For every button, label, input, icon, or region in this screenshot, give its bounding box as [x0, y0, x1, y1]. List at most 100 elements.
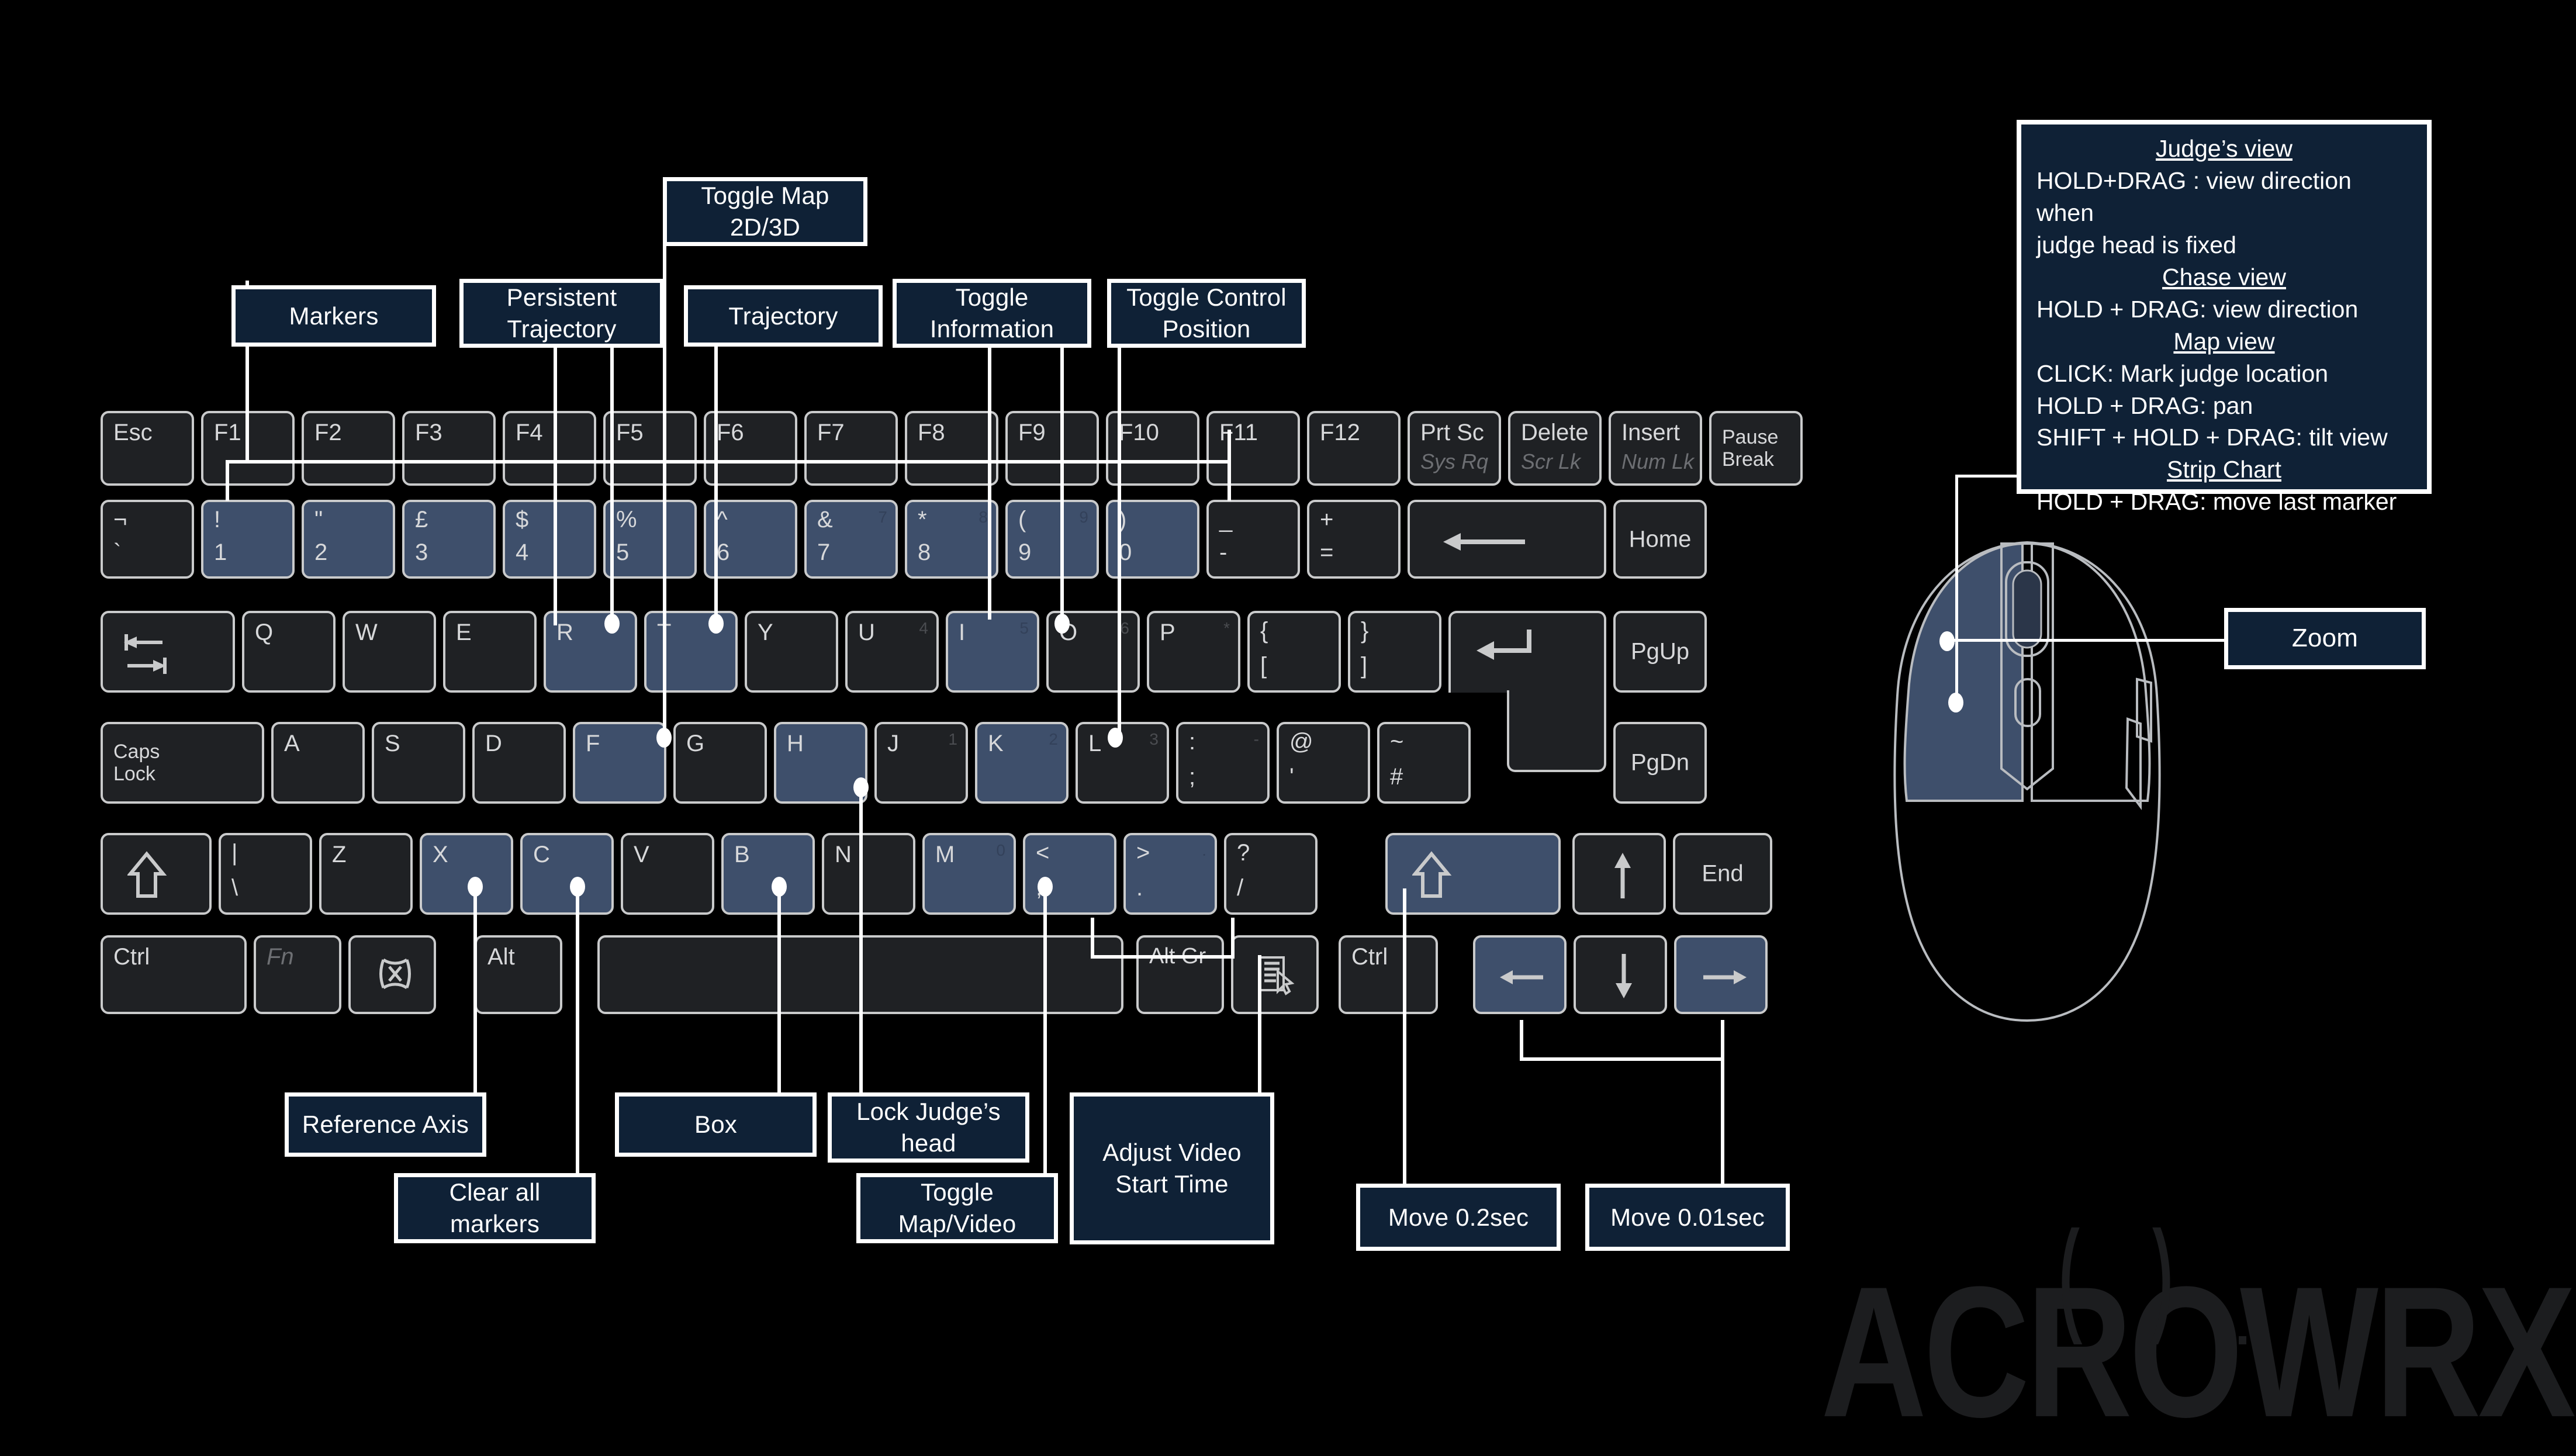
- key-bracket-right[interactable]: } ]: [1348, 611, 1441, 693]
- key-4[interactable]: $ 4: [503, 500, 596, 579]
- callout-trajectory[interactable]: Trajectory: [684, 285, 883, 347]
- key-f4[interactable]: F4: [503, 411, 596, 486]
- mouse-right-button[interactable]: [2031, 542, 2151, 802]
- key-f3[interactable]: F3: [402, 411, 496, 486]
- key-menu[interactable]: [1231, 935, 1319, 1014]
- key-y[interactable]: Y: [745, 611, 838, 693]
- key-minus[interactable]: _ -: [1206, 500, 1300, 579]
- key-page-up[interactable]: PgUp: [1613, 611, 1707, 693]
- callout-toggle-information[interactable]: Toggle Information: [893, 279, 1091, 348]
- key-home[interactable]: Home: [1613, 500, 1707, 579]
- key-6[interactable]: ^ 6: [704, 500, 797, 579]
- key-h[interactable]: H: [774, 722, 867, 804]
- key-arrow-up-numpad[interactable]: [1572, 833, 1666, 915]
- key-enter-top[interactable]: [1448, 611, 1606, 693]
- callout-persistent-trajectory[interactable]: Persistent Trajectory: [459, 279, 664, 348]
- key-8[interactable]: * 8 8: [905, 500, 998, 579]
- key-7[interactable]: & 7 7: [804, 500, 898, 579]
- key-bracket-left[interactable]: { [: [1247, 611, 1341, 693]
- key-equals[interactable]: + =: [1307, 500, 1401, 579]
- key-q[interactable]: Q: [242, 611, 336, 693]
- key-f2[interactable]: F2: [302, 411, 395, 486]
- key-shift-right[interactable]: [1385, 833, 1561, 915]
- key-1[interactable]: ! 1: [201, 500, 295, 579]
- callout-toggle-map-video[interactable]: Toggle Map/Video: [856, 1173, 1058, 1243]
- key-esc[interactable]: Esc: [101, 411, 194, 486]
- callout-adjust-video-start-time[interactable]: Adjust Video Start Time: [1070, 1092, 1274, 1244]
- key-page-down[interactable]: PgDn: [1613, 722, 1707, 804]
- key-alt-left[interactable]: Alt: [475, 935, 562, 1014]
- key-a[interactable]: A: [271, 722, 365, 804]
- key-backtick[interactable]: ¬ `: [101, 500, 194, 579]
- key-arrow-down[interactable]: [1574, 935, 1667, 1014]
- key-fn[interactable]: Fn: [254, 935, 341, 1014]
- key-shift-left[interactable]: [101, 833, 212, 915]
- key-alt-gr[interactable]: Alt Gr: [1136, 935, 1224, 1014]
- key-f7[interactable]: F7: [804, 411, 898, 486]
- key-caps-lock[interactable]: Caps Lock: [101, 722, 264, 804]
- key-f5[interactable]: F5: [603, 411, 697, 486]
- key-f8[interactable]: F8: [905, 411, 998, 486]
- key-3[interactable]: £ 3: [402, 500, 496, 579]
- key-print-screen[interactable]: Prt Sc Sys Rq: [1408, 411, 1501, 486]
- callout-markers[interactable]: Markers: [231, 285, 436, 347]
- key-d[interactable]: D: [472, 722, 566, 804]
- callout-move-001sec[interactable]: Move 0.01sec: [1585, 1184, 1790, 1251]
- callout-zoom[interactable]: Zoom: [2224, 608, 2426, 669]
- mouse-scroll-wheel-icon[interactable]: [2012, 569, 2042, 649]
- key-e[interactable]: E: [443, 611, 537, 693]
- key-pause-break[interactable]: Pause Break: [1709, 411, 1803, 486]
- callout-lock-judges-head[interactable]: Lock Judge’s head: [828, 1092, 1029, 1163]
- key-i[interactable]: I5: [946, 611, 1039, 693]
- callout-toggle-map-2d3d[interactable]: Toggle Map 2D/3D: [663, 177, 867, 246]
- key-z[interactable]: Z: [319, 833, 413, 915]
- key-m[interactable]: M0: [922, 833, 1016, 915]
- key-u[interactable]: U4: [845, 611, 939, 693]
- key-9[interactable]: ( 9 9: [1005, 500, 1099, 579]
- callout-box[interactable]: Box: [615, 1092, 817, 1157]
- key-ctrl-right[interactable]: Ctrl: [1339, 935, 1438, 1014]
- key-t[interactable]: T: [644, 611, 738, 693]
- key-f9[interactable]: F9: [1005, 411, 1099, 486]
- key-j[interactable]: J1: [874, 722, 968, 804]
- callout-reference-axis[interactable]: Reference Axis: [285, 1092, 486, 1157]
- key-s[interactable]: S: [372, 722, 465, 804]
- key-hash[interactable]: ~ #: [1377, 722, 1471, 804]
- key-end[interactable]: End: [1673, 833, 1772, 915]
- mouse-left-button[interactable]: [1903, 542, 2024, 802]
- key-f11[interactable]: F11: [1206, 411, 1300, 486]
- key-b[interactable]: B: [721, 833, 815, 915]
- key-period[interactable]: > . .: [1123, 833, 1217, 915]
- key-insert[interactable]: Insert Num Lk: [1609, 411, 1702, 486]
- callout-toggle-control-position[interactable]: Toggle Control Position: [1107, 279, 1306, 348]
- key-f12[interactable]: F12: [1307, 411, 1401, 486]
- callout-clear-all-markers[interactable]: Clear all markers: [394, 1173, 596, 1243]
- key-delete[interactable]: Delete Scr Lk: [1508, 411, 1602, 486]
- key-2[interactable]: " 2: [302, 500, 395, 579]
- key-windows[interactable]: [348, 935, 436, 1014]
- key-backspace[interactable]: [1408, 500, 1606, 579]
- key-semicolon[interactable]: : ; -: [1176, 722, 1270, 804]
- key-f6[interactable]: F6: [704, 411, 797, 486]
- key-tab[interactable]: [101, 611, 235, 693]
- key-enter-bottom[interactable]: [1507, 690, 1606, 772]
- key-x[interactable]: X: [420, 833, 513, 915]
- key-r[interactable]: R: [544, 611, 637, 693]
- key-arrow-right[interactable]: [1674, 935, 1768, 1014]
- key-ctrl-left[interactable]: Ctrl: [101, 935, 247, 1014]
- key-g[interactable]: G: [673, 722, 767, 804]
- key-backslash[interactable]: | \: [219, 833, 312, 915]
- key-v[interactable]: V: [621, 833, 714, 915]
- callout-move-02sec[interactable]: Move 0.2sec: [1356, 1184, 1561, 1251]
- key-quote[interactable]: @ ': [1277, 722, 1370, 804]
- key-n[interactable]: N: [822, 833, 915, 915]
- key-slash[interactable]: ? /: [1224, 833, 1318, 915]
- key-5[interactable]: % 5: [603, 500, 697, 579]
- key-w[interactable]: W: [343, 611, 436, 693]
- key-comma[interactable]: < ,: [1023, 833, 1116, 915]
- key-arrow-left[interactable]: [1473, 935, 1567, 1014]
- key-k[interactable]: K2: [975, 722, 1069, 804]
- key-f-letter[interactable]: F: [573, 722, 666, 804]
- key-c[interactable]: C: [520, 833, 614, 915]
- key-p[interactable]: P *: [1147, 611, 1240, 693]
